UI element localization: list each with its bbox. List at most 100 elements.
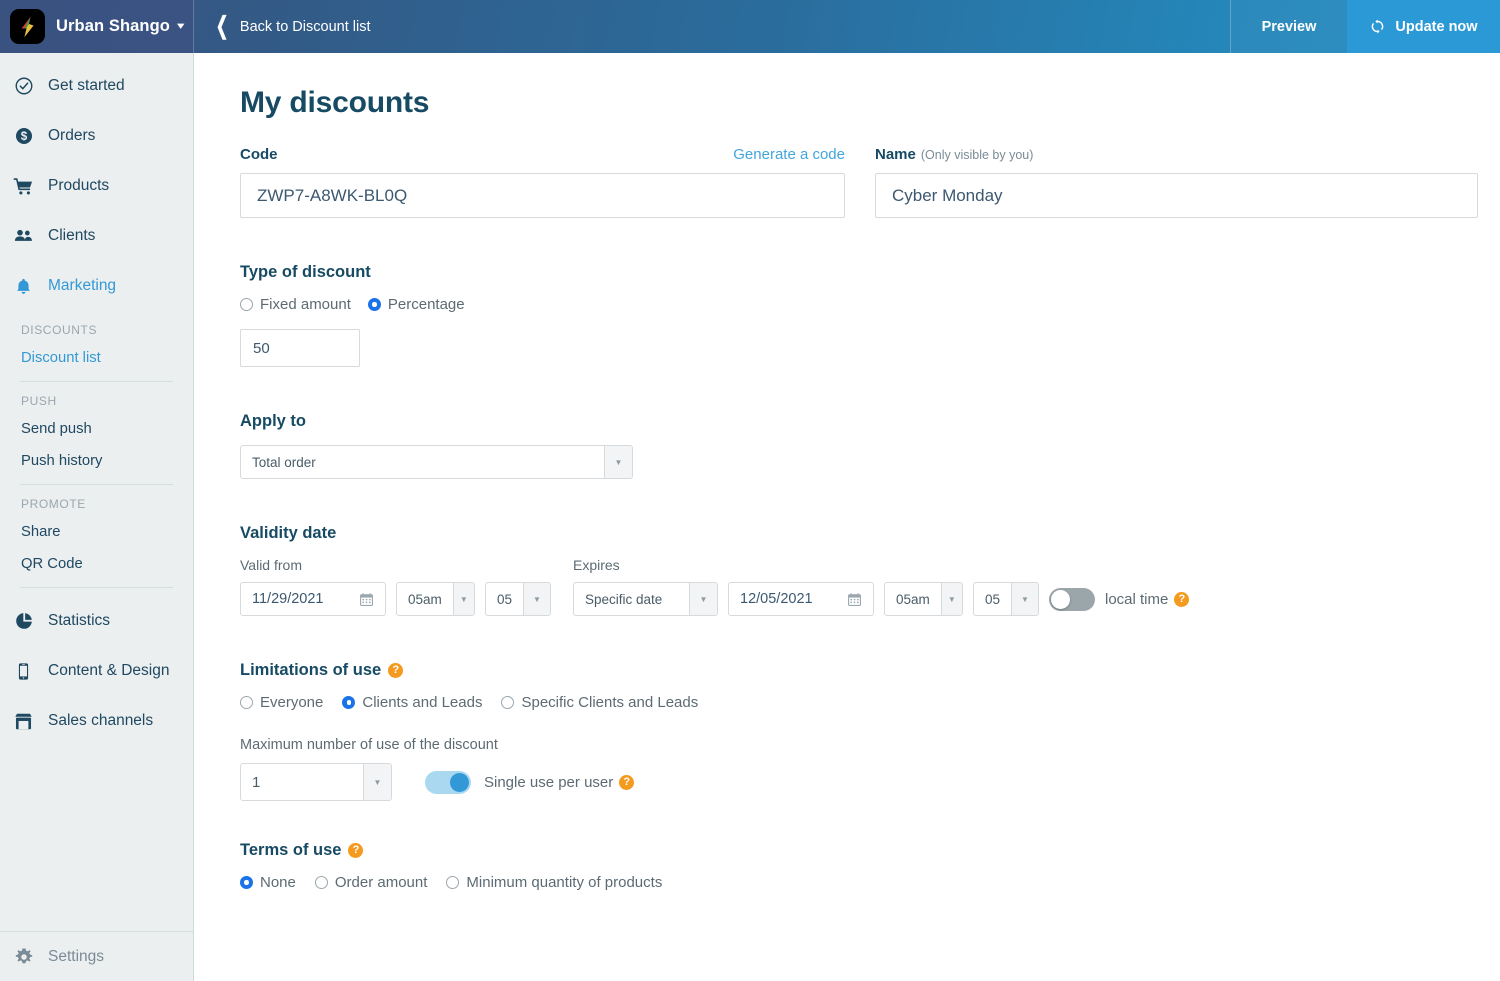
valid-from-minute-select[interactable]: 05 ▼ <box>485 582 551 616</box>
generate-a-code-link[interactable]: Generate a code <box>733 146 845 163</box>
radio-indicator <box>342 696 355 709</box>
expires-mode-select[interactable]: Specific date ▼ <box>573 582 718 616</box>
caret-down-icon: ▼ <box>523 583 550 615</box>
sidebar-item-sales-channels[interactable]: Sales channels <box>0 696 193 746</box>
radio-label: Minimum quantity of products <box>466 874 662 891</box>
valid-from-date-input[interactable]: 11/29/2021 <box>240 582 386 616</box>
sidebar: Get started $ Orders Products <box>0 53 194 981</box>
valid-from-group: Valid from 11/29/2021 <box>240 557 551 616</box>
sidebar-item-send-push[interactable]: Send push <box>20 414 193 446</box>
valid-from-hour-value: 05am <box>397 583 453 615</box>
type-of-discount-section: Type of discount Fixed amount Percentage… <box>240 263 1478 367</box>
radio-label: Percentage <box>388 296 465 313</box>
sidebar-item-content-design[interactable]: Content & Design <box>0 646 193 696</box>
help-icon[interactable]: ? <box>348 843 363 858</box>
expires-minute-select[interactable]: 05 ▼ <box>973 582 1039 616</box>
max-uses-row: 1 ▼ Single use per user ? <box>240 763 1478 801</box>
sidebar-item-marketing[interactable]: Marketing <box>0 261 193 311</box>
radio-percentage[interactable]: Percentage <box>368 296 465 313</box>
caret-down-icon: ▼ <box>1011 583 1038 615</box>
radio-label: Everyone <box>260 694 323 711</box>
sidebar-item-push-history[interactable]: Push history <box>20 446 193 478</box>
radio-none[interactable]: None <box>240 874 296 891</box>
brand-zone[interactable]: Urban Shango ▾ <box>0 0 193 53</box>
single-use-group: Single use per user ? <box>425 771 634 794</box>
caret-down-icon: ▼ <box>941 583 962 615</box>
gear-icon <box>13 946 34 967</box>
sidebar-bottom: Settings <box>0 931 193 981</box>
sidebar-item-statistics[interactable]: Statistics <box>0 596 193 646</box>
sidebar-item-label: Sales channels <box>48 712 153 730</box>
expires-date-input[interactable]: 12/05/2021 <box>728 582 874 616</box>
toggle-knob <box>450 773 469 792</box>
terms-of-use-section: Terms of use ? None Order amount Minimum… <box>240 841 1478 891</box>
sidebar-item-discount-list[interactable]: Discount list <box>20 343 193 375</box>
sidebar-item-get-started[interactable]: Get started <box>0 61 193 111</box>
max-uses-select[interactable]: 1 ▼ <box>240 763 392 801</box>
sidebar-item-settings[interactable]: Settings <box>0 932 193 981</box>
code-input[interactable]: ZWP7-A8WK-BL0Q <box>240 173 845 218</box>
limitations-radios: Everyone Clients and Leads Specific Clie… <box>240 694 1478 711</box>
calendar-icon[interactable] <box>847 592 862 607</box>
type-of-discount-radios: Fixed amount Percentage <box>240 296 1478 313</box>
sidebar-item-products[interactable]: Products <box>0 161 193 211</box>
name-input[interactable]: Cyber Monday <box>875 173 1478 218</box>
max-uses-label: Maximum number of use of the discount <box>240 737 1478 753</box>
valid-from-label: Valid from <box>240 557 551 573</box>
name-label-text: Name <box>875 146 916 163</box>
radio-specific-clients-and-leads[interactable]: Specific Clients and Leads <box>501 694 698 711</box>
update-now-label: Update now <box>1395 19 1477 35</box>
pie-chart-icon <box>13 611 34 632</box>
terms-of-use-title-text: Terms of use <box>240 841 341 860</box>
update-now-button[interactable]: Update now <box>1347 0 1500 53</box>
preview-button[interactable]: Preview <box>1230 0 1347 53</box>
sidebar-item-share[interactable]: Share <box>20 517 193 549</box>
help-icon[interactable]: ? <box>1174 592 1189 607</box>
radio-label: Fixed amount <box>260 296 351 313</box>
help-icon[interactable]: ? <box>619 775 634 790</box>
sidebar-item-clients[interactable]: Clients <box>0 211 193 261</box>
discount-amount-input[interactable]: 50 <box>240 329 360 367</box>
sidebar-item-orders[interactable]: $ Orders <box>0 111 193 161</box>
calendar-icon[interactable] <box>359 592 374 607</box>
people-icon <box>13 226 34 247</box>
local-time-label-group: local time ? <box>1105 591 1189 608</box>
radio-clients-and-leads[interactable]: Clients and Leads <box>342 694 482 711</box>
type-of-discount-title: Type of discount <box>240 263 1478 282</box>
apply-to-select[interactable]: Total order ▼ <box>240 445 633 479</box>
radio-label: Order amount <box>335 874 428 891</box>
sidebar-item-label: Content & Design <box>48 662 170 680</box>
expires-hour-select[interactable]: 05am ▼ <box>884 582 963 616</box>
top-bar: Urban Shango ▾ ❮ Back to Discount list P… <box>0 0 1500 53</box>
storefront-icon <box>13 711 34 732</box>
code-name-row: Code Generate a code ZWP7-A8WK-BL0Q Name… <box>240 146 1478 218</box>
chevron-down-icon[interactable]: ▾ <box>177 21 184 31</box>
expires-hour-value: 05am <box>885 583 941 615</box>
back-to-discount-list-button[interactable]: ❮ Back to Discount list <box>194 0 388 53</box>
dollar-circle-icon: $ <box>13 126 34 147</box>
single-use-label-group: Single use per user ? <box>484 774 634 791</box>
submenu-heading: PROMOTE <box>20 485 193 517</box>
expires-mode-value: Specific date <box>574 583 689 615</box>
max-uses-value: 1 <box>241 764 363 800</box>
valid-from-hour-select[interactable]: 05am ▼ <box>396 582 475 616</box>
caret-down-icon: ▼ <box>363 764 391 800</box>
sidebar-item-qr-code[interactable]: QR Code <box>20 549 193 581</box>
apply-to-title: Apply to <box>240 412 1478 431</box>
help-icon[interactable]: ? <box>388 663 403 678</box>
page-title: My discounts <box>240 86 1478 120</box>
radio-fixed-amount[interactable]: Fixed amount <box>240 296 351 313</box>
single-use-per-user-toggle[interactable] <box>425 771 471 794</box>
lightning-bolt-logo <box>10 9 45 44</box>
sidebar-item-label: Marketing <box>48 277 116 295</box>
radio-label: Clients and Leads <box>362 694 482 711</box>
expires-label: Expires <box>573 557 1189 573</box>
radio-indicator <box>240 298 253 311</box>
radio-everyone[interactable]: Everyone <box>240 694 323 711</box>
radio-minimum-quantity-of-products[interactable]: Minimum quantity of products <box>446 874 662 891</box>
radio-order-amount[interactable]: Order amount <box>315 874 428 891</box>
local-time-toggle[interactable] <box>1049 588 1095 611</box>
terms-of-use-radios: None Order amount Minimum quantity of pr… <box>240 874 1478 891</box>
caret-down-icon: ▼ <box>689 583 717 615</box>
submenu-group-push: PUSH Send push Push history <box>20 382 193 478</box>
